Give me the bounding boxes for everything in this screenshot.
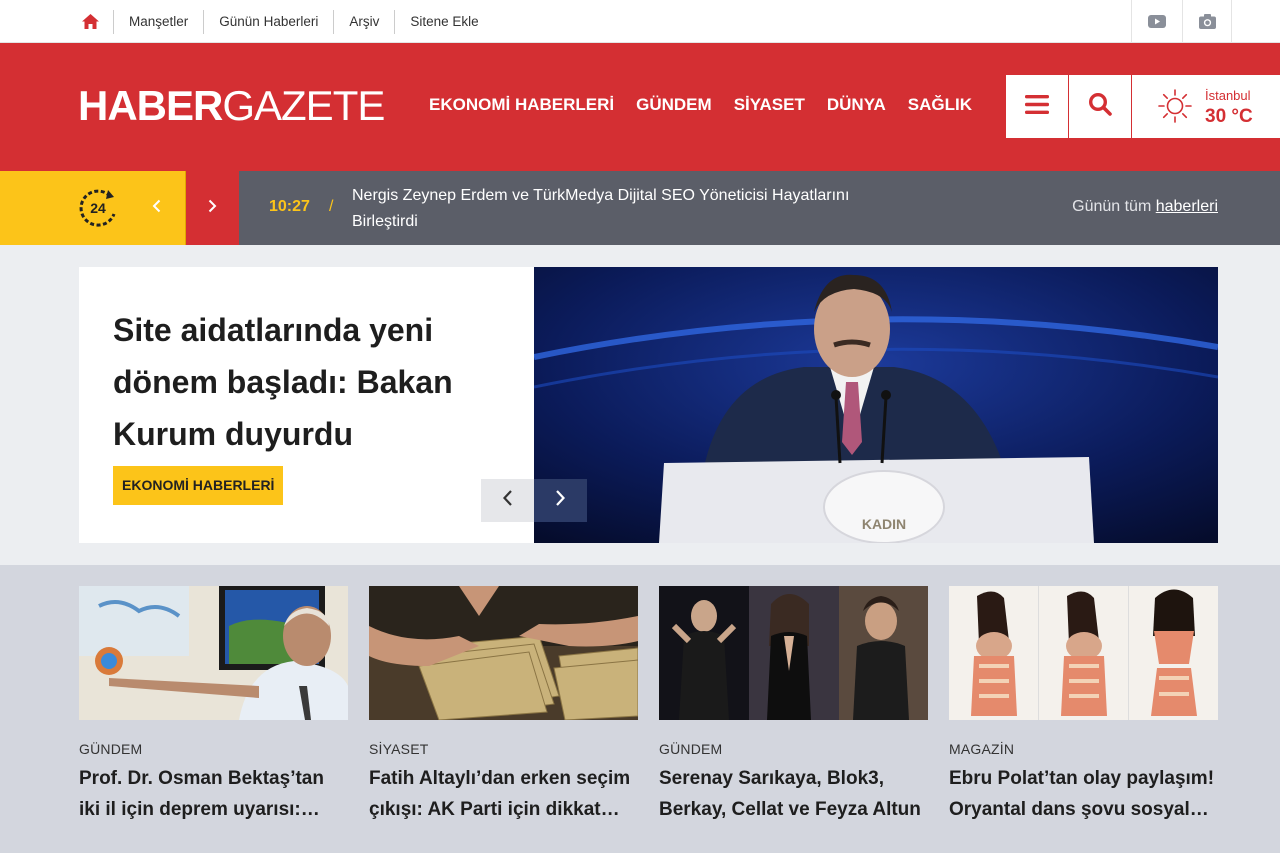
all-news-link[interactable]: Günün tüm haberleri [1072,198,1218,216]
ticker-headline[interactable]: Nergis Zeynep Erdem ve TürkMedya Dijital… [352,183,912,235]
instagram-icon[interactable] [1182,0,1232,42]
news-grid: GÜNDEM Prof. Dr. Osman Bektaş’tan iki il… [0,565,1280,853]
featured-category-badge[interactable]: EKONOMİ HABERLERİ [113,466,284,505]
top-bar: Manşetler Günün Haberleri Arşiv Sitene E… [0,0,1280,43]
weather-temp: 30 °C [1205,106,1253,127]
main-nav: EKONOMİ HABERLERİ GÜNDEM SİYASET DÜNYA S… [418,93,983,117]
news-card-title[interactable]: Serenay Sarıkaya, Blok3, Berkay, Cellat … [659,763,928,825]
weather-widget[interactable]: İstanbul 30 °C [1132,75,1280,138]
top-nav-gunun-haberleri[interactable]: Günün Haberleri [203,10,333,34]
chevron-right-icon [208,199,217,218]
menu-button[interactable] [1006,75,1068,138]
news-card-category[interactable]: GÜNDEM [659,741,928,757]
top-nav: Manşetler Günün Haberleri Arşiv Sitene E… [113,10,494,34]
youtube-icon[interactable] [1131,0,1182,42]
nav-siyaset[interactable]: SİYASET [723,93,816,117]
search-icon [1088,92,1112,121]
news-card-category[interactable]: MAGAZİN [949,741,1218,757]
news-card[interactable]: GÜNDEM Serenay Sarıkaya, Blok3, Berkay, … [659,586,928,825]
nav-gundem[interactable]: GÜNDEM [625,93,723,117]
featured-next-button[interactable] [534,479,587,522]
featured-prev-button[interactable] [481,479,534,522]
site-logo[interactable]: HABERGAZETE [78,84,385,128]
ticker-separator: / [329,198,334,215]
sun-icon [1158,89,1192,128]
news-card-image[interactable] [369,586,638,720]
search-button[interactable] [1069,75,1131,138]
featured-title[interactable]: Site aidatlarında yeni dönem başladı: Ba… [113,304,493,460]
news-card-category[interactable]: SİYASET [369,741,638,757]
featured-image[interactable]: KADIN [534,267,1218,543]
ticker-prev-button[interactable] [130,171,183,245]
news-card[interactable]: MAGAZİN Ebru Polat’tan olay paylaşım! Or… [949,586,1218,825]
top-nav-sitene-ekle[interactable]: Sitene Ekle [394,10,493,34]
nav-ekonomi[interactable]: EKONOMİ HABERLERİ [418,93,625,117]
featured-story[interactable]: Site aidatlarında yeni dönem başladı: Ba… [79,267,1218,543]
site-header: HABERGAZETE EKONOMİ HABERLERİ GÜNDEM SİY… [0,43,1280,171]
news-card-image[interactable] [659,586,928,720]
news-ticker: 24 10:27 / Nergis Zeynep Erdem ve TürkMe… [0,171,1280,245]
news-card[interactable]: GÜNDEM Prof. Dr. Osman Bektaş’tan iki il… [79,586,348,825]
chevron-left-icon [152,199,161,218]
chevron-right-icon [555,489,566,512]
ticker-time: 10:27 [269,198,310,215]
news-card[interactable]: SİYASET Fatih Altaylı’dan erken seçim çı… [369,586,638,825]
nav-dunya[interactable]: DÜNYA [816,93,897,117]
weather-city: İstanbul [1205,88,1251,103]
top-nav-mansetler[interactable]: Manşetler [113,10,203,34]
home-icon[interactable] [80,12,100,30]
news-card-title[interactable]: Ebru Polat’tan olay paylaşım! Oryantal d… [949,763,1218,825]
news-card-title[interactable]: Fatih Altaylı’dan erken seçim çıkışı: AK… [369,763,638,825]
hamburger-icon [1025,94,1049,119]
ticker-next-button[interactable] [186,171,239,245]
news-card-category[interactable]: GÜNDEM [79,741,348,757]
chevron-left-icon [502,489,513,512]
news-card-image[interactable] [79,586,348,720]
24-hours-icon: 24 [76,188,120,230]
nav-saglik[interactable]: SAĞLIK [897,93,983,117]
news-card-title[interactable]: Prof. Dr. Osman Bektaş’tan iki il için d… [79,763,348,825]
top-nav-arsiv[interactable]: Arşiv [333,10,394,34]
news-card-image[interactable] [949,586,1218,720]
svg-text:KADIN: KADIN [862,516,906,532]
svg-text:24: 24 [90,200,106,216]
